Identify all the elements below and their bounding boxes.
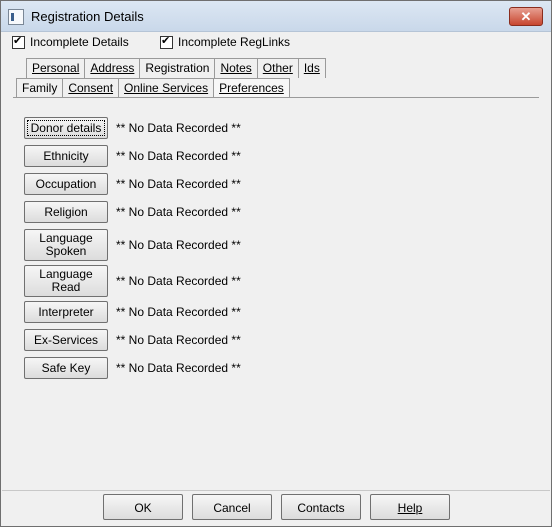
- close-button[interactable]: ✕: [509, 7, 543, 26]
- incomplete-details-checkbox-row[interactable]: Incomplete Details: [12, 34, 129, 49]
- window-title: Registration Details: [31, 9, 144, 24]
- title-bar[interactable]: Registration Details ✕: [1, 1, 551, 32]
- safe-key-button[interactable]: Safe Key: [24, 357, 108, 379]
- language-spoken-value: ** No Data Recorded **: [116, 238, 241, 252]
- field-row-interpreter: Interpreter ** No Data Recorded **: [24, 301, 241, 323]
- tab-personal[interactable]: Personal: [26, 58, 86, 78]
- tab-address[interactable]: Address: [84, 58, 141, 78]
- help-button[interactable]: Help: [370, 494, 450, 520]
- incomplete-reglinks-checkbox-row[interactable]: Incomplete RegLinks: [160, 34, 291, 49]
- tab-notes[interactable]: Notes: [214, 58, 258, 78]
- ethnicity-value: ** No Data Recorded **: [116, 149, 241, 163]
- incomplete-details-checkbox[interactable]: [12, 34, 25, 49]
- donor-details-value: ** No Data Recorded **: [116, 121, 241, 135]
- contacts-button[interactable]: Contacts: [281, 494, 361, 520]
- interpreter-button[interactable]: Interpreter: [24, 301, 108, 323]
- interpreter-value: ** No Data Recorded **: [116, 305, 241, 319]
- field-row-safe-key: Safe Key ** No Data Recorded **: [24, 357, 241, 379]
- tab-online-services[interactable]: Online Services: [118, 78, 215, 98]
- field-row-donor-details: Donor details ** No Data Recorded **: [24, 117, 241, 139]
- incomplete-reglinks-checkbox[interactable]: [160, 34, 173, 49]
- tabs-row-2: Family Consent Online Services Preferenc…: [16, 78, 290, 98]
- field-row-language-spoken: Language Spoken ** No Data Recorded **: [24, 229, 241, 261]
- religion-button[interactable]: Religion: [24, 201, 108, 223]
- field-row-religion: Religion ** No Data Recorded **: [24, 201, 241, 223]
- cancel-button[interactable]: Cancel: [192, 494, 272, 520]
- field-row-ex-services: Ex-Services ** No Data Recorded **: [24, 329, 241, 351]
- ex-services-button[interactable]: Ex-Services: [24, 329, 108, 351]
- registration-details-window: Registration Details ✕ Incomplete Detail…: [0, 0, 552, 527]
- language-read-value: ** No Data Recorded **: [116, 274, 241, 288]
- safe-key-value: ** No Data Recorded **: [116, 361, 241, 375]
- field-row-occupation: Occupation ** No Data Recorded **: [24, 173, 241, 195]
- close-icon: ✕: [520, 9, 532, 24]
- app-icon: [8, 9, 24, 25]
- incomplete-reglinks-label: Incomplete RegLinks: [178, 35, 291, 49]
- donor-details-button[interactable]: Donor details: [24, 117, 108, 139]
- religion-value: ** No Data Recorded **: [116, 205, 241, 219]
- ex-services-value: ** No Data Recorded **: [116, 333, 241, 347]
- tabs-row-1: Personal Address Registration Notes Othe…: [26, 58, 326, 78]
- language-read-button[interactable]: Language Read: [24, 265, 108, 297]
- button-bar-divider: [2, 490, 550, 491]
- tab-ids[interactable]: Ids: [297, 58, 326, 78]
- ok-button[interactable]: OK: [103, 494, 183, 520]
- tab-other[interactable]: Other: [256, 58, 299, 78]
- field-row-ethnicity: Ethnicity ** No Data Recorded **: [24, 145, 241, 167]
- occupation-value: ** No Data Recorded **: [116, 177, 241, 191]
- language-spoken-button[interactable]: Language Spoken: [24, 229, 108, 261]
- ethnicity-button[interactable]: Ethnicity: [24, 145, 108, 167]
- tab-preferences[interactable]: Preferences: [213, 78, 290, 98]
- tab-consent[interactable]: Consent: [62, 78, 120, 98]
- occupation-button[interactable]: Occupation: [24, 173, 108, 195]
- tab-family[interactable]: Family: [16, 78, 64, 98]
- incomplete-details-label: Incomplete Details: [30, 35, 129, 49]
- field-row-language-read: Language Read ** No Data Recorded **: [24, 265, 241, 297]
- tab-registration[interactable]: Registration: [139, 58, 216, 78]
